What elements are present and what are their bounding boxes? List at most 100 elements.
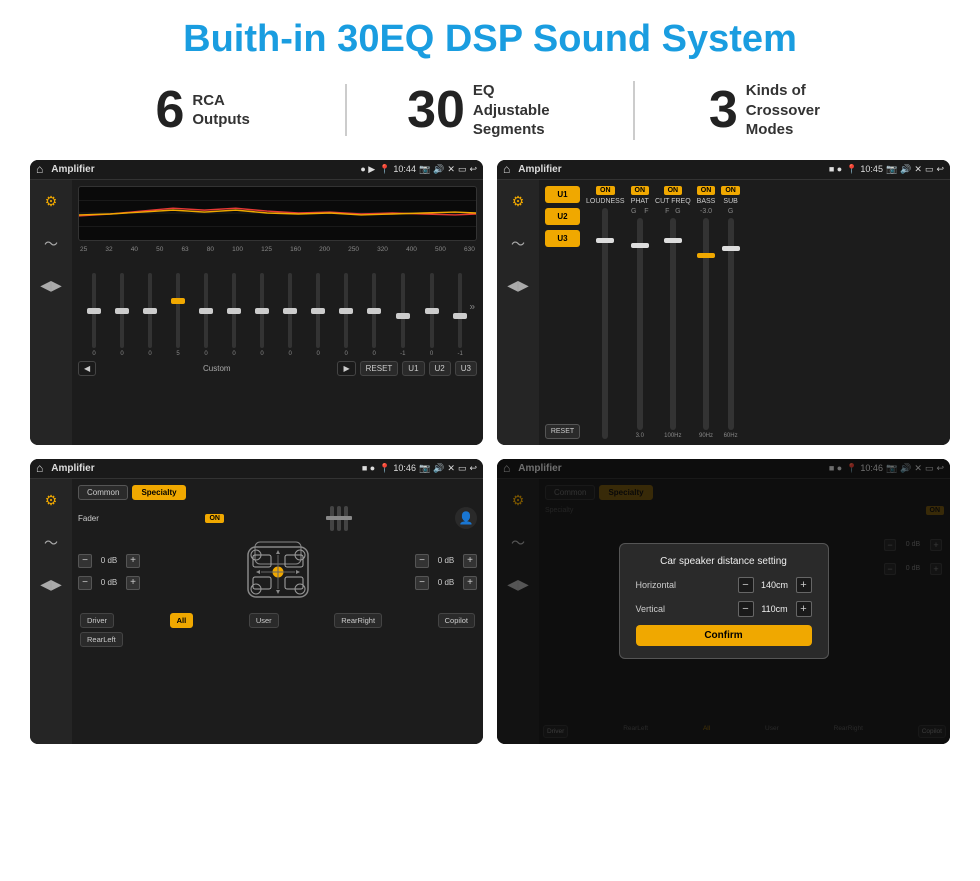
cutfreq-label: CUT FREQ [655, 198, 691, 205]
vertical-minus-btn[interactable]: − [738, 601, 754, 617]
horizontal-minus-btn[interactable]: − [738, 577, 754, 593]
sub-track[interactable] [728, 218, 734, 430]
sub-on-badge[interactable]: ON [721, 186, 740, 195]
mixer-window-icon: ▭ [925, 164, 934, 175]
eq-slider-9: 0 [344, 273, 348, 357]
copilot-btn[interactable]: Copilot [438, 613, 475, 628]
cutfreq-on-badge[interactable]: ON [664, 186, 683, 195]
bass-on-badge[interactable]: ON [697, 186, 716, 195]
phat-track[interactable] [637, 218, 643, 430]
db-plus-tr[interactable]: + [463, 554, 477, 568]
eq-sidebar: ⚙ 〜 ◀▶ [30, 180, 72, 445]
db-plus-bl[interactable]: + [126, 576, 140, 590]
eq-prev-btn[interactable]: ◀ [78, 361, 96, 376]
eq-slider-8: 0 [316, 273, 320, 357]
eq-slider-11: -1 [400, 273, 405, 357]
db-minus-tr[interactable]: − [415, 554, 429, 568]
mixer-sidebar-icon2[interactable]: 〜 [504, 230, 532, 258]
cutfreq-track[interactable] [670, 218, 676, 430]
fader-app-name: Amplifier [51, 463, 94, 474]
eq-slider-1: 0 [120, 273, 124, 357]
user-icon[interactable]: 👤 [455, 507, 477, 529]
mixer-indicator: ■ ● [829, 164, 842, 174]
fader-on-toggle[interactable]: ON [205, 514, 224, 523]
eq-sidebar-icon1[interactable]: ⚙ [37, 188, 65, 216]
mixer-presets: U1 U2 U3 RESET [545, 186, 580, 439]
fader-sidebar-icon1[interactable]: ⚙ [37, 487, 65, 515]
mixer-status-icons: 📍 10:45 📷 🔊 ✕ ▭ ↩ [846, 164, 944, 175]
modal-overlay: Car speaker distance setting Horizontal … [497, 459, 950, 744]
db-minus-tl[interactable]: − [78, 554, 92, 568]
stat-number-eq: 30 [407, 84, 465, 136]
speaker-bottom-row: Driver All User RearRight Copilot [78, 613, 477, 628]
mixer-main: U1 U2 U3 RESET ON LOUDNESS [539, 180, 950, 445]
eq-main: 253240506380 100125160200250320 40050063… [72, 180, 483, 445]
mixer-preset-u1[interactable]: U1 [545, 186, 580, 203]
tab-common[interactable]: Common [78, 485, 128, 500]
mixer-sidebar-icon3[interactable]: ◀▶ [504, 272, 532, 300]
fader-sidebar-icon2[interactable]: 〜 [37, 529, 65, 557]
rearleft-btn[interactable]: RearLeft [80, 632, 123, 647]
rearright-btn[interactable]: RearRight [334, 613, 382, 628]
home-icon[interactable]: ⌂ [36, 162, 43, 176]
bass-track[interactable] [703, 218, 709, 430]
eq-graph-svg [79, 187, 476, 240]
mixer-layout: U1 U2 U3 RESET ON LOUDNESS [545, 186, 944, 439]
mixer-location-icon: 📍 [846, 164, 857, 175]
mixer-sidebar-icon1[interactable]: ⚙ [504, 188, 532, 216]
eq-slider-6: 0 [260, 273, 264, 357]
vertical-plus-btn[interactable]: + [796, 601, 812, 617]
mixer-home-icon[interactable]: ⌂ [503, 162, 510, 176]
back-icon[interactable]: ↩ [469, 164, 477, 175]
eq-u1-btn[interactable]: U1 [402, 361, 424, 376]
fader-sidebar-icon3[interactable]: ◀▶ [37, 571, 65, 599]
eq-freq-labels: 253240506380 100125160200250320 40050063… [78, 246, 477, 253]
mixer-preset-u3[interactable]: U3 [545, 230, 580, 247]
fader-label: Fader [78, 514, 99, 523]
eq-reset-btn[interactable]: RESET [360, 361, 399, 376]
confirm-button[interactable]: Confirm [636, 625, 812, 646]
driver-btn[interactable]: Driver [80, 613, 114, 628]
mixer-back-icon[interactable]: ↩ [936, 164, 944, 175]
loudness-on-badge[interactable]: ON [596, 186, 615, 195]
db-minus-bl[interactable]: − [78, 576, 92, 590]
fader-close-icon: ✕ [447, 463, 455, 474]
loudness-track[interactable] [602, 208, 608, 439]
stat-eq: 30 EQ AdjustableSegments [347, 81, 634, 140]
fader-screen: ⌂ Amplifier ■ ● 📍 10:46 📷 🔊 ✕ ▭ ↩ ⚙ 〜 ◀▶ [30, 459, 483, 744]
mixer-channels: ON LOUDNESS ON PHAT G F [586, 186, 944, 439]
mixer-ch-bass: ON BASS -3.0 90Hz [697, 186, 716, 439]
mixer-volume-icon: 🔊 [900, 164, 911, 175]
fader-back-icon[interactable]: ↩ [469, 463, 477, 474]
eq-more-icon[interactable]: » [469, 301, 475, 312]
mixer-reset-btn[interactable]: RESET [545, 424, 580, 439]
eq-next-btn[interactable]: ▶ [337, 361, 355, 376]
eq-sidebar-icon3[interactable]: ◀▶ [37, 272, 65, 300]
db-plus-br[interactable]: + [463, 576, 477, 590]
speaker-layout: − 0 dB + − 0 dB + [78, 537, 477, 607]
eq-u2-btn[interactable]: U2 [429, 361, 451, 376]
mixer-app-name: Amplifier [518, 164, 561, 175]
mixer-close-icon: ✕ [914, 164, 922, 175]
phat-on-badge[interactable]: ON [631, 186, 650, 195]
mixer-preset-u2[interactable]: U2 [545, 208, 580, 225]
db-plus-tl[interactable]: + [126, 554, 140, 568]
eq-slider-0: 0 [92, 273, 96, 357]
fader-home-icon[interactable]: ⌂ [36, 461, 43, 475]
camera-icon: 📷 [419, 164, 430, 175]
tab-specialty[interactable]: Specialty [132, 485, 185, 500]
all-btn[interactable]: All [170, 613, 194, 628]
db-control-tr: − 0 dB + [415, 554, 477, 568]
horizontal-plus-btn[interactable]: + [796, 577, 812, 593]
user-btn[interactable]: User [249, 613, 279, 628]
db-minus-br[interactable]: − [415, 576, 429, 590]
eq-bottom-bar: ◀ Custom ▶ RESET U1 U2 U3 [78, 361, 477, 376]
horizontal-value: 140cm [757, 580, 793, 590]
eq-u3-btn[interactable]: U3 [455, 361, 477, 376]
fader-slider-3[interactable] [344, 506, 348, 531]
mixer-ch-phat: ON PHAT G F 3.0 [631, 186, 650, 439]
close-icon: ✕ [447, 164, 455, 175]
fader-window-icon: ▭ [458, 463, 467, 474]
stat-rca: 6 RCAOutputs [60, 84, 347, 136]
eq-sidebar-icon2[interactable]: 〜 [37, 230, 65, 258]
